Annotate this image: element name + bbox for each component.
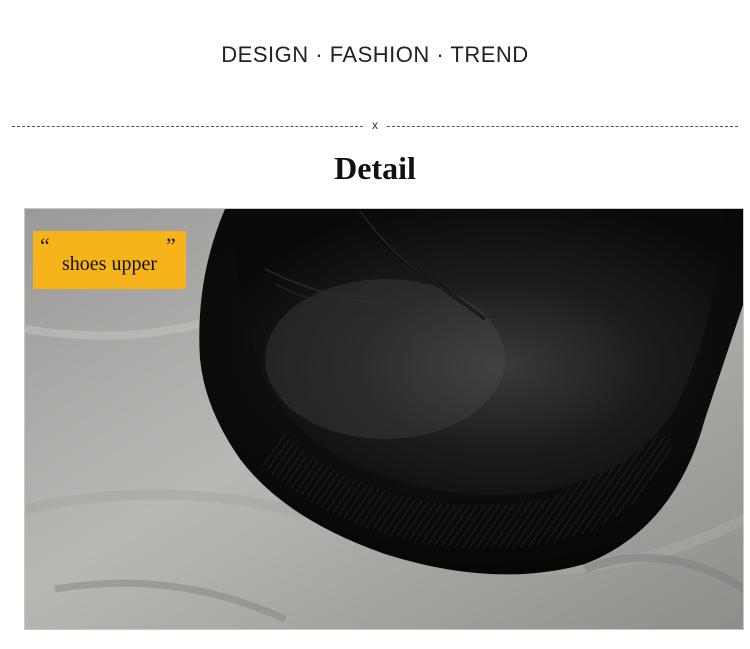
- section-title: Detail: [334, 150, 416, 186]
- shoes-upper-callout: “ ” shoes upper: [33, 231, 186, 289]
- callout-label: shoes upper: [62, 253, 157, 275]
- divider-line-left: [12, 126, 363, 127]
- divider-line-right: [387, 126, 738, 127]
- dashed-divider: x: [12, 118, 738, 134]
- divider-mark: x: [372, 118, 378, 132]
- brand-tagline: DESIGN · FASHION · TREND: [221, 42, 529, 67]
- detail-page: DESIGN · FASHION · TREND x Detail “ ” sh…: [0, 0, 750, 649]
